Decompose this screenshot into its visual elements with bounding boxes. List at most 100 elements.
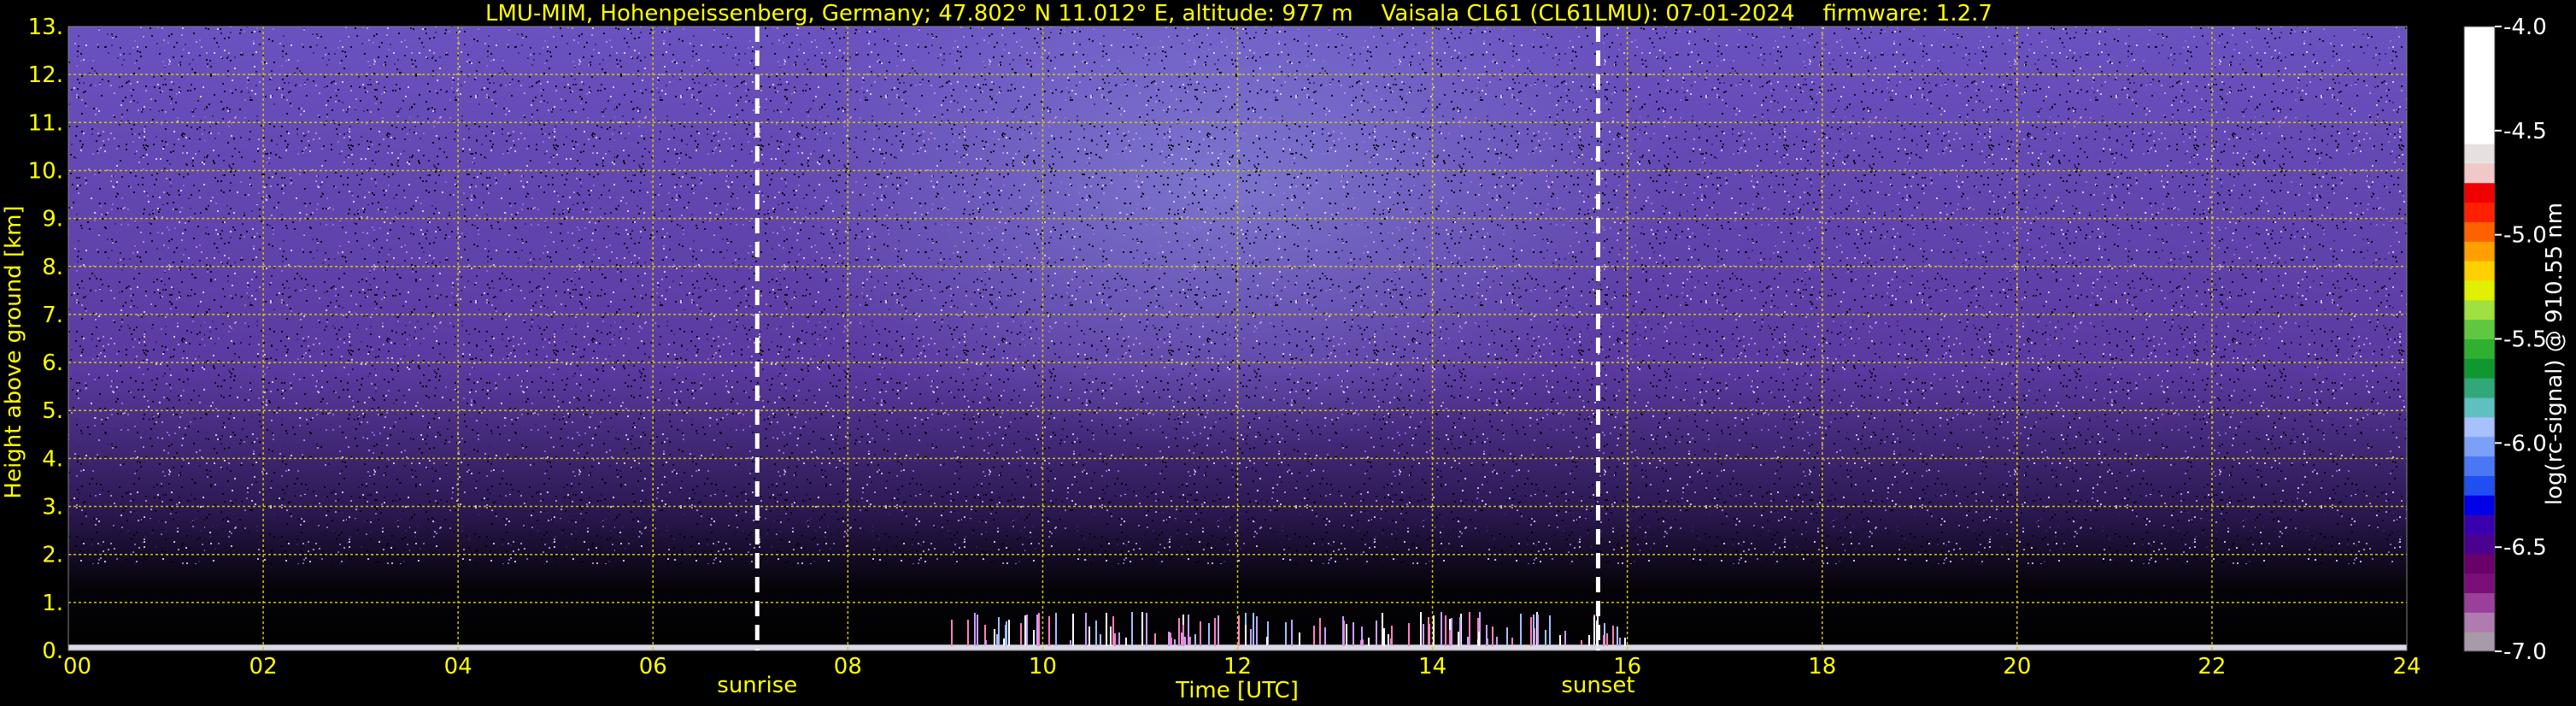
boundary-spike xyxy=(998,617,1000,645)
boundary-spike xyxy=(1125,638,1127,645)
boundary-spike xyxy=(1033,630,1035,645)
y-tick-label: 7. xyxy=(42,303,63,328)
boundary-spike xyxy=(1451,618,1452,645)
y-tick-label: 0. xyxy=(42,638,63,664)
colorbar-label: log(rc-signal) @ 910.55 nm xyxy=(2542,203,2567,505)
boundary-spike xyxy=(1445,615,1446,646)
boundary-spike xyxy=(1520,614,1522,645)
colorbar-segment xyxy=(2464,144,2495,164)
y-tick-label: 11. xyxy=(28,110,63,136)
x-tick-label: 22 xyxy=(2198,654,2226,680)
boundary-spike xyxy=(994,629,995,645)
colorbar-segment xyxy=(2464,358,2495,379)
y-tick-label: 10. xyxy=(28,158,63,184)
boundary-spike xyxy=(1026,615,1028,645)
colorbar-segment xyxy=(2464,475,2495,496)
x-tick-label: 06 xyxy=(639,654,667,680)
boundary-spike xyxy=(1537,615,1539,645)
boundary-spike xyxy=(1533,615,1534,645)
boundary-spike xyxy=(1469,612,1470,645)
boundary-spike xyxy=(1624,638,1626,646)
colorbar-segment xyxy=(2464,553,2495,574)
boundary-spike xyxy=(1478,632,1480,646)
boundary-spike xyxy=(1353,622,1354,646)
boundary-spike xyxy=(1511,638,1513,645)
boundary-spike xyxy=(1188,615,1189,645)
boundary-spike xyxy=(974,613,976,646)
boundary-spike xyxy=(1131,612,1133,645)
x-tick-label: 18 xyxy=(1808,654,1836,680)
boundary-spike xyxy=(1285,633,1287,645)
x-tick-label: 10 xyxy=(1029,654,1057,680)
y-tick-label: 8. xyxy=(42,255,63,280)
boundary-spike xyxy=(1408,623,1410,646)
boundary-spike xyxy=(1238,615,1240,646)
boundary-spike xyxy=(1072,614,1074,646)
boundary-spike xyxy=(1619,638,1621,646)
boundary-spike xyxy=(1617,627,1618,646)
colorbar-segment xyxy=(2464,573,2495,593)
boundary-spike xyxy=(1467,637,1469,645)
colorbar-segment xyxy=(2464,202,2495,222)
colorbar-tick-label: -5.0 xyxy=(2503,223,2547,249)
boundary-spike xyxy=(1170,632,1171,645)
colorbar-segment xyxy=(2464,221,2495,242)
boundary-spike xyxy=(1154,633,1156,645)
boundary-spike xyxy=(1250,629,1252,645)
colorbar-segment xyxy=(2464,378,2495,398)
boundary-spike xyxy=(1006,621,1007,645)
boundary-spike xyxy=(1549,615,1551,645)
y-axis-label: Height above ground [km] xyxy=(1,205,26,498)
boundary-spike xyxy=(1458,632,1459,646)
colorbar-tick-label: -7.0 xyxy=(2503,639,2547,665)
boundary-spike xyxy=(967,620,969,646)
boundary-spike xyxy=(951,620,953,646)
x-tick-label: 02 xyxy=(249,654,278,680)
boundary-spike xyxy=(1141,612,1143,645)
boundary-spike xyxy=(1441,612,1442,645)
boundary-spike xyxy=(1100,634,1101,645)
x-tick-label: 14 xyxy=(1418,654,1446,680)
boundary-spike xyxy=(1581,640,1582,645)
boundary-spike xyxy=(1114,633,1116,646)
boundary-spike xyxy=(1189,637,1191,645)
colorbar-segment xyxy=(2464,495,2495,515)
y-tick-label: 13. xyxy=(28,15,63,40)
x-axis-label: Time [UTC] xyxy=(1175,678,1299,703)
boundary-spike xyxy=(1055,613,1057,646)
boundary-spike xyxy=(1048,616,1050,646)
boundary-spike xyxy=(1486,625,1488,646)
boundary-spike xyxy=(1588,635,1590,645)
colorbar-segment xyxy=(2464,397,2495,418)
boundary-spike xyxy=(1184,637,1186,645)
colorbar-tick-label: -6.5 xyxy=(2503,535,2547,561)
boundary-spike xyxy=(1492,627,1493,646)
boundary-spike xyxy=(1214,618,1216,646)
boundary-spike xyxy=(977,615,978,646)
boundary-spike xyxy=(1388,634,1389,645)
x-tick-label: 00 xyxy=(63,654,91,680)
boundary-spike xyxy=(1383,628,1385,646)
boundary-spike xyxy=(1085,613,1087,646)
colorbar-segment xyxy=(2464,182,2495,203)
boundary-spike xyxy=(1095,621,1097,646)
boundary-spike xyxy=(1200,621,1201,646)
colorbar-segment xyxy=(2464,162,2495,184)
colorbar-segment xyxy=(2464,338,2495,359)
y-tick-label: 5. xyxy=(42,398,63,424)
x-tick-label: 04 xyxy=(444,654,472,680)
boundary-spike xyxy=(1182,625,1184,646)
colorbar-segment xyxy=(2464,279,2495,301)
x-axis-ticks: 00 02 04 06 08 10 12 14 16 18 20 22 24 xyxy=(63,654,2421,680)
boundary-spike xyxy=(1459,617,1461,645)
boundary-spike xyxy=(1253,613,1254,645)
colorbar-segment xyxy=(2464,533,2495,555)
colorbar-tick-label: -4.0 xyxy=(2503,15,2547,40)
boundary-spike xyxy=(1146,613,1147,646)
y-tick-label: 1. xyxy=(42,591,63,616)
colorbar-segment xyxy=(2464,319,2495,339)
colorbar-tick-label: -4.5 xyxy=(2503,119,2547,144)
boundary-spike xyxy=(1003,638,1005,645)
boundary-spike xyxy=(1606,633,1608,646)
boundary-spike xyxy=(1603,635,1605,646)
